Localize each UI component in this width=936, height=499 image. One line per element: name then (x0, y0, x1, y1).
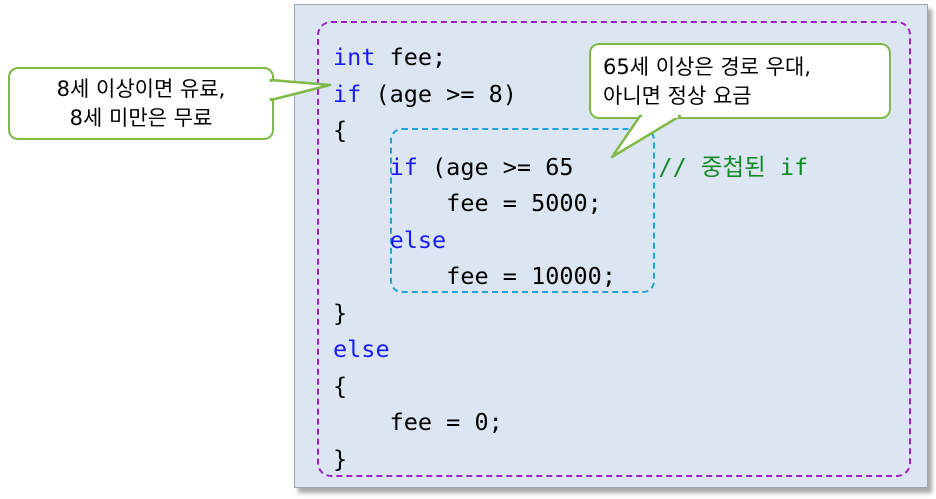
code-line-5: fee = 5000; (333, 189, 602, 217)
callout-nested-condition: 65세 이상은 경로 우대, 아니면 정상 요금 (589, 43, 891, 119)
code-line-12: } (333, 444, 348, 473)
code-line-2: if (age >= 8) (333, 79, 517, 108)
code-line-8: } (333, 298, 348, 327)
code-line-11: fee = 0; (333, 408, 503, 436)
code-line-1: int fee; (333, 43, 447, 71)
callout-outer-condition: 8세 이상이면 유료, 8세 미만은 무료 (8, 67, 274, 140)
code-line-10: { (333, 371, 348, 400)
callout-left-line-1: 8세 이상이면 유료, (56, 77, 226, 101)
keyword-nested-if: if (389, 152, 418, 181)
keyword-else: else (333, 335, 390, 363)
code-line-7: fee = 10000; (333, 262, 616, 290)
code-line-3: { (333, 116, 348, 144)
callout-right-line-2: 아니면 정상 요금 (603, 84, 752, 108)
keyword-nested-else: else (389, 225, 447, 254)
keyword-int: int (333, 43, 376, 71)
keyword-if: if (333, 79, 362, 108)
code-line-4: if (age >= 65 // 중첩된 if (389, 152, 809, 181)
code-line-9: else (333, 335, 390, 363)
code-line-6: else (333, 225, 447, 254)
nested-if-comment: // 중첩된 if (658, 152, 809, 181)
callout-left-line-2: 8세 미만은 무료 (69, 106, 213, 130)
callout-right-line-1: 65세 이상은 경로 우대, (603, 55, 811, 79)
